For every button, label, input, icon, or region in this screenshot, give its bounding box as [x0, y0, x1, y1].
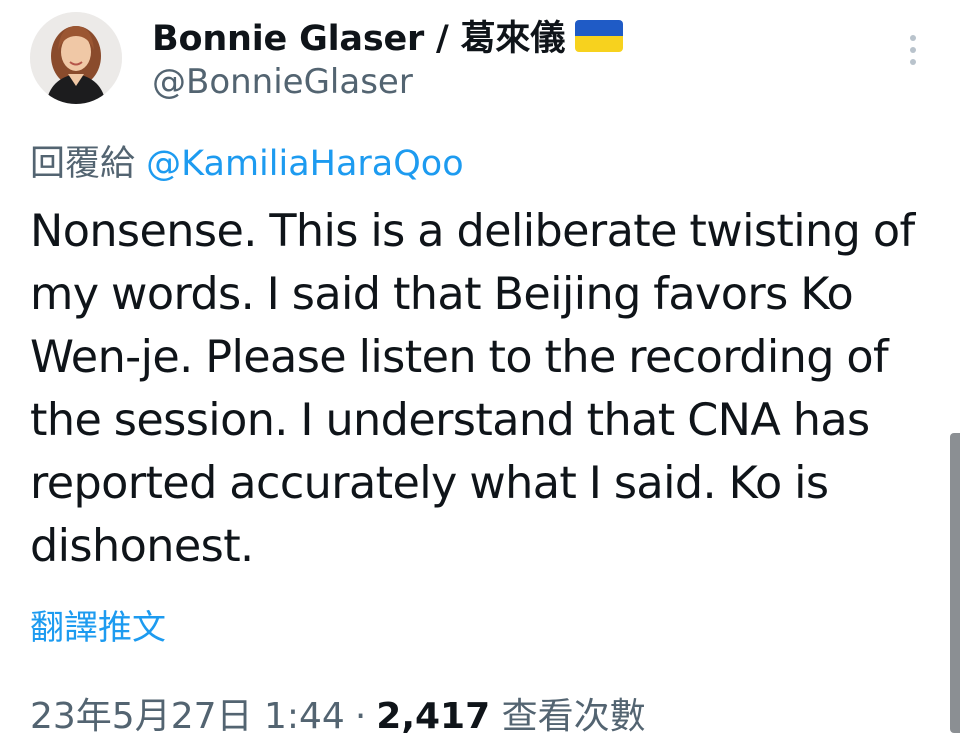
avatar-image [30, 12, 122, 104]
reply-context: 回覆給 @KamiliaHaraQoo [30, 135, 464, 186]
author-avatar[interactable] [30, 12, 122, 104]
tweet-card: Bonnie Glaser / 葛來儀 @BonnieGlaser 回覆給 @K… [0, 0, 960, 733]
tweet-meta: 23年5月27日 1:44 · 2,417 查看次數 [30, 687, 646, 733]
tweet-text: Nonsense. This is a deliberate twisting … [30, 206, 915, 572]
reply-to-handle-link[interactable]: @KamiliaHaraQoo [146, 144, 463, 184]
author-handle[interactable]: @BonnieGlaser [152, 62, 413, 102]
reply-prefix: 回覆給 [30, 144, 136, 184]
scrollbar[interactable] [950, 433, 960, 733]
ukraine-flag-icon [575, 19, 624, 52]
views-count: 2,417 [376, 696, 491, 733]
tweet-timestamp[interactable]: 23年5月27日 1:44 [30, 687, 345, 733]
more-options-icon[interactable] [906, 33, 920, 67]
author-display-name[interactable]: Bonnie Glaser / 葛來儀 [152, 10, 624, 61]
meta-separator: · [354, 696, 367, 733]
translate-tweet-link[interactable]: 翻譯推文 [30, 600, 166, 649]
views-label: 查看次數 [501, 696, 646, 733]
author-name-text: Bonnie Glaser / 葛來儀 [152, 19, 566, 59]
